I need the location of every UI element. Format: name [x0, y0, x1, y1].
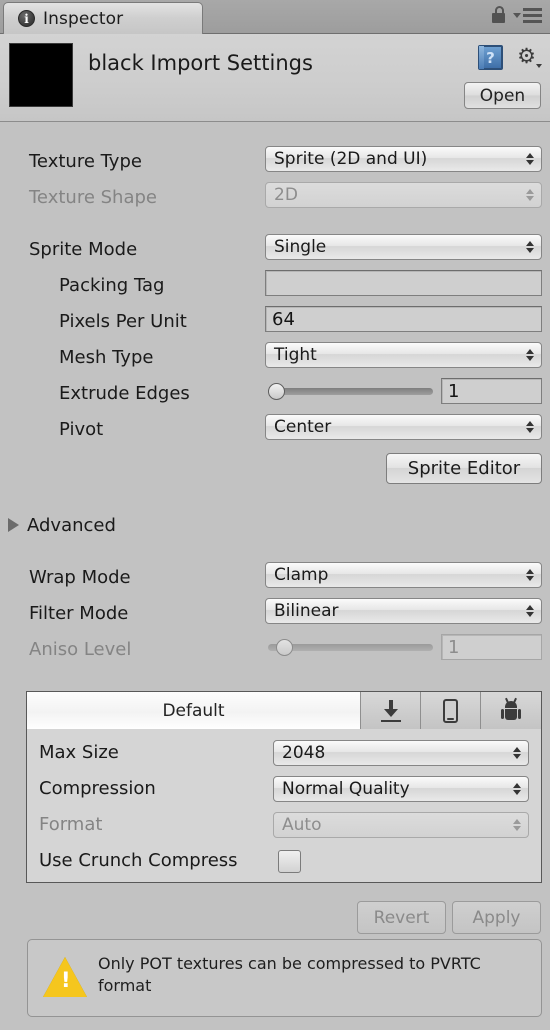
use-crunch-compression-checkbox[interactable] — [278, 850, 301, 873]
mesh-type-value: Tight — [274, 345, 317, 365]
sprite-editor-button[interactable]: Sprite Editor — [386, 453, 542, 484]
max-size-dropdown[interactable]: 2048 — [273, 740, 529, 766]
mesh-type-dropdown[interactable]: Tight — [265, 342, 542, 368]
pixels-per-unit-value: 64 — [272, 308, 295, 330]
gear-icon[interactable]: ⚙ — [516, 46, 542, 70]
window-tabstrip: i Inspector — [0, 0, 550, 34]
inspector-body: Texture Type Sprite (2D and UI) Texture … — [0, 122, 550, 1030]
platform-tab-default-label: Default — [162, 700, 225, 721]
packing-tag-input[interactable] — [265, 270, 542, 296]
ios-phone-icon — [443, 698, 458, 723]
platform-tab-standalone[interactable] — [361, 692, 421, 729]
pixels-per-unit-input[interactable]: 64 — [265, 306, 542, 332]
format-value: Auto — [282, 815, 322, 835]
tab-inspector-label: Inspector — [43, 8, 124, 29]
lock-icon[interactable] — [492, 6, 506, 24]
pivot-label: Pivot — [59, 418, 104, 440]
hamburger-menu-icon[interactable] — [513, 7, 542, 23]
aniso-level-input: 1 — [441, 634, 542, 660]
warning-message: Only POT textures can be compressed to P… — [98, 954, 481, 995]
chevron-updown-icon — [526, 421, 534, 433]
platform-settings-box: Default Max Size 2048 Compression Normal… — [26, 691, 542, 883]
filter-mode-dropdown[interactable]: Bilinear — [265, 598, 542, 624]
platform-tab-android[interactable] — [481, 692, 541, 729]
chevron-updown-icon — [526, 189, 534, 201]
revert-button[interactable]: Revert — [357, 901, 446, 934]
sprite-mode-dropdown[interactable]: Single — [265, 234, 542, 260]
advanced-foldout[interactable]: Advanced — [0, 511, 550, 539]
compression-value: Normal Quality — [282, 779, 410, 799]
pivot-value: Center — [274, 417, 332, 437]
info-icon: i — [18, 10, 35, 27]
page-title: black Import Settings — [88, 51, 313, 75]
standalone-download-icon — [380, 699, 402, 722]
filter-mode-label: Filter Mode — [29, 602, 129, 624]
help-book-icon[interactable]: ? — [478, 45, 503, 70]
asset-header: black Import Settings ? ⚙ Open — [0, 34, 550, 122]
aniso-level-slider — [268, 634, 433, 660]
wrap-mode-value: Clamp — [274, 565, 329, 585]
tabstrip-controls — [492, 6, 542, 24]
extrude-edges-label: Extrude Edges — [59, 382, 190, 404]
pivot-dropdown[interactable]: Center — [265, 414, 542, 440]
extrude-edges-input[interactable]: 1 — [441, 378, 542, 404]
pixels-per-unit-label: Pixels Per Unit — [59, 310, 187, 332]
platform-tab-bar: Default — [27, 692, 541, 729]
texture-shape-label: Texture Shape — [29, 186, 157, 208]
wrap-mode-dropdown[interactable]: Clamp — [265, 562, 542, 588]
texture-type-label: Texture Type — [29, 150, 142, 172]
android-robot-icon — [500, 697, 522, 722]
extrude-edges-value: 1 — [448, 380, 460, 402]
open-button[interactable]: Open — [464, 82, 541, 109]
use-crunch-compression-label: Use Crunch Compress — [39, 850, 238, 871]
chevron-updown-icon — [513, 819, 521, 831]
aniso-level-value: 1 — [448, 636, 460, 658]
chevron-updown-icon — [513, 747, 521, 759]
texture-type-value: Sprite (2D and UI) — [274, 149, 428, 169]
apply-button[interactable]: Apply — [452, 901, 541, 934]
asset-preview-thumbnail — [9, 43, 73, 107]
format-dropdown: Auto — [273, 812, 529, 838]
texture-type-dropdown[interactable]: Sprite (2D and UI) — [265, 146, 542, 172]
filter-mode-value: Bilinear — [274, 601, 339, 621]
warning-box: Only POT textures can be compressed to P… — [27, 939, 542, 1017]
wrap-mode-label: Wrap Mode — [29, 566, 131, 588]
advanced-label: Advanced — [27, 514, 116, 536]
tab-inspector[interactable]: i Inspector — [3, 2, 203, 34]
chevron-updown-icon — [513, 783, 521, 795]
texture-shape-value: 2D — [274, 185, 298, 205]
max-size-value: 2048 — [282, 743, 326, 763]
packing-tag-label: Packing Tag — [59, 274, 165, 296]
slider-knob — [276, 639, 293, 656]
platform-tab-ios[interactable] — [421, 692, 481, 729]
aniso-level-label: Aniso Level — [29, 638, 132, 660]
chevron-updown-icon — [526, 569, 534, 581]
sprite-mode-label: Sprite Mode — [29, 238, 138, 260]
chevron-updown-icon — [526, 349, 534, 361]
texture-shape-dropdown: 2D — [265, 182, 542, 208]
compression-dropdown[interactable]: Normal Quality — [273, 776, 529, 802]
chevron-updown-icon — [526, 153, 534, 165]
slider-track — [268, 388, 433, 395]
format-label: Format — [39, 814, 103, 835]
chevron-right-icon[interactable] — [8, 518, 19, 532]
warning-triangle-icon — [43, 957, 87, 997]
compression-label: Compression — [39, 778, 156, 799]
max-size-label: Max Size — [39, 742, 119, 763]
inspector-window: i Inspector black Import Settings ? ⚙ Op… — [0, 0, 550, 1030]
mesh-type-label: Mesh Type — [59, 346, 154, 368]
chevron-updown-icon — [526, 241, 534, 253]
chevron-updown-icon — [526, 605, 534, 617]
extrude-edges-slider[interactable] — [268, 378, 433, 404]
sprite-mode-value: Single — [274, 237, 327, 257]
slider-knob[interactable] — [268, 383, 285, 400]
platform-tab-default[interactable]: Default — [27, 692, 361, 729]
